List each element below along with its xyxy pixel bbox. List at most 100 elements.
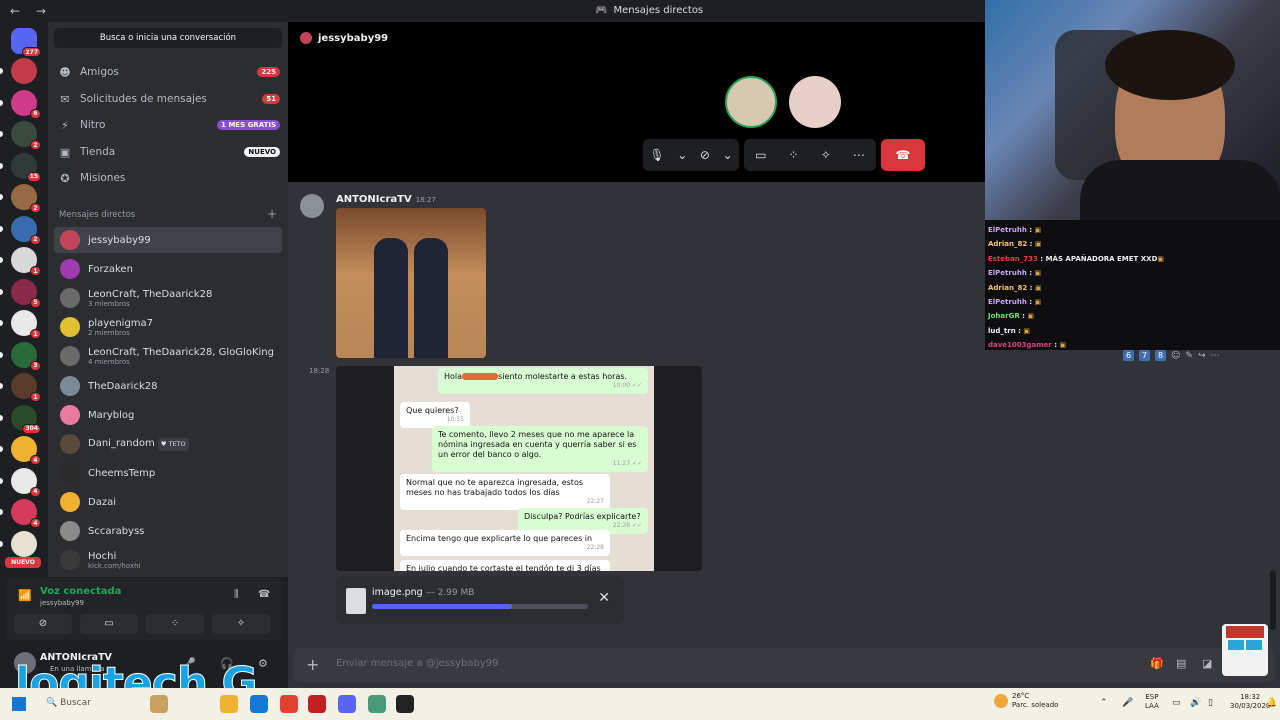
dm-item[interactable]: playenigma7 2 miembros <box>54 314 282 340</box>
server-icon[interactable]: 1 <box>11 247 41 276</box>
server-icon[interactable]: 1 <box>11 373 41 402</box>
voice-connected-panel: 📶 Voz conectada jessybaby99 ⫼ ☎ ⊘ ▭ ⁘ ✧ <box>6 578 282 640</box>
dm-item[interactable]: Dazai <box>54 489 282 515</box>
discord-home-icon[interactable]: 277 <box>11 28 41 57</box>
chevron-down-icon[interactable]: ⌄ <box>723 148 733 162</box>
mic-tray-icon[interactable]: 🎤 <box>1122 698 1133 708</box>
discord-icon[interactable] <box>338 695 356 713</box>
scrollbar[interactable] <box>1270 570 1276 630</box>
taskbar-app-icon[interactable] <box>308 695 326 713</box>
message-composer[interactable]: + Enviar mensaje a @jessybaby99 🎁 ▤ ◪ <box>294 648 1274 682</box>
message-input[interactable]: Enviar mensaje a @jessybaby99 <box>336 658 499 669</box>
gif-icon[interactable]: ▤ <box>1176 657 1186 670</box>
windows-start-icon[interactable] <box>12 697 26 711</box>
dm-item[interactable]: Maryblog <box>54 402 282 428</box>
attach-plus-icon[interactable]: + <box>306 655 319 674</box>
notification-icon[interactable]: 🔔 <box>1266 698 1277 708</box>
history-arrows[interactable]: ← → <box>10 4 52 18</box>
volume-icon[interactable]: 🔊 <box>1190 698 1201 708</box>
brave-icon[interactable] <box>280 695 298 713</box>
more-icon[interactable]: ⋯ <box>1210 351 1219 361</box>
taskbar-app-icon[interactable] <box>150 695 168 713</box>
reaction-key[interactable]: 8 <box>1155 350 1166 361</box>
message-author-avatar[interactable] <box>300 194 324 218</box>
taskbar-app-icon[interactable] <box>368 695 386 713</box>
dm-item[interactable]: Sccarabyss <box>54 518 282 544</box>
nav-nitro[interactable]: ⚡ Nitro 1 MES GRATIS <box>58 114 280 136</box>
server-icon[interactable]: 4 <box>11 467 41 497</box>
screen-share-button[interactable]: ▭ <box>80 614 138 634</box>
server-icon[interactable]: 2 <box>11 184 41 213</box>
tray-chevron-icon[interactable]: ⌃ <box>1100 698 1108 708</box>
server-icon[interactable]: 1 <box>11 310 41 339</box>
cancel-upload-icon[interactable]: ✕ <box>598 590 610 606</box>
create-dm-button[interactable]: + <box>267 208 277 220</box>
mic-icon[interactable]: 🎙 <box>649 148 664 162</box>
search-conversation-input[interactable]: Busca o inicia una conversación <box>54 28 282 48</box>
dm-item[interactable]: TheDaarick28 <box>54 373 282 399</box>
weather-widget[interactable]: 26°C Parc. soleado <box>994 692 1058 710</box>
server-unread-badge: 15 <box>26 171 41 182</box>
voice-channel[interactable]: jessybaby99 <box>40 599 84 607</box>
server-icon[interactable]: 4 <box>11 436 41 465</box>
dm-item[interactable]: Forzaken <box>54 256 282 282</box>
camera-off-icon[interactable]: ⊘ <box>700 148 710 162</box>
server-icon[interactable] <box>11 530 37 557</box>
edit-icon[interactable]: ✎ <box>1185 351 1193 361</box>
server-icon[interactable]: 4 <box>11 499 41 528</box>
dm-item[interactable]: Dani_random ♥ TETO <box>54 431 282 457</box>
dm-item[interactable]: LeonCraft, TheDaarick28 3 miembros <box>54 285 282 311</box>
screen-share-icon[interactable]: ▭ <box>755 148 766 162</box>
noise-icon[interactable]: ⫼ <box>234 589 239 600</box>
activities-button[interactable]: ⁘ <box>146 614 204 634</box>
dm-item[interactable]: jessybaby99 <box>54 227 282 253</box>
dm-item[interactable]: LeonCraft, TheDaarick28, GloGloKing 4 mie… <box>54 343 282 369</box>
server-icon[interactable] <box>11 58 37 84</box>
dm-item[interactable]: CheemsTemp <box>54 460 282 486</box>
server-icon[interactable]: 304 <box>11 404 41 434</box>
activities-icon[interactable]: ⁘ <box>789 148 799 162</box>
server-icon[interactable]: 15 <box>11 152 41 182</box>
participant-avatar[interactable] <box>789 76 841 128</box>
settings-gear-icon[interactable]: ⚙ <box>258 657 268 670</box>
camera-off-button[interactable]: ⊘ <box>14 614 72 634</box>
call-audio-controls: 🎙 ⌄ ⊘ ⌄ <box>643 139 739 171</box>
server-icon[interactable]: 3 <box>11 341 41 371</box>
clock[interactable]: 18:32 30/03/2026 <box>1230 693 1270 711</box>
dm-name: Dani_random <box>88 437 155 449</box>
soundboard-button[interactable]: ✧ <box>212 614 270 634</box>
dm-item[interactable]: Hochi kick.com/hoxhi <box>54 547 282 573</box>
more-icon[interactable]: ⋯ <box>853 148 865 162</box>
sticker-icon[interactable]: ◪ <box>1202 657 1212 670</box>
nav-tienda[interactable]: ▣ Tienda NUEVO <box>58 141 280 163</box>
author-name[interactable]: ANTONIcraTV <box>336 194 412 205</box>
participant-avatar[interactable] <box>725 76 777 128</box>
file-explorer-icon[interactable] <box>220 695 238 713</box>
chevron-down-icon[interactable]: ⌄ <box>677 148 687 162</box>
emoji-icon[interactable]: ☺ <box>1171 351 1180 361</box>
end-call-button[interactable]: ☎ <box>881 139 925 171</box>
server-icon[interactable]: 2 <box>11 121 41 150</box>
network-icon[interactable]: ▭ <box>1172 698 1181 708</box>
nav-solicitudes[interactable]: ✉ Solicitudes de mensajes 51 <box>58 88 280 110</box>
server-icon[interactable]: 2 <box>11 215 41 245</box>
disconnect-icon[interactable]: ☎ <box>258 589 270 600</box>
soundboard-icon[interactable]: ✧ <box>821 148 831 162</box>
nav-misiones[interactable]: ✪ Misiones <box>58 167 280 189</box>
language-indicator[interactable]: ESP LAA <box>1145 693 1159 711</box>
attached-chat-screenshot[interactable]: Hola siento molestarte a estas horas. 10:0… <box>336 366 702 571</box>
taskbar-app-icon[interactable] <box>250 695 268 713</box>
taskbar-search[interactable]: 🔍 Buscar <box>46 698 91 708</box>
obs-icon[interactable] <box>396 695 414 713</box>
reply-icon[interactable]: ↪ <box>1198 351 1206 361</box>
server-icon[interactable]: 6 <box>11 89 41 119</box>
gift-icon[interactable]: 🎁 <box>1150 657 1164 670</box>
reaction-key[interactable]: 7 <box>1139 350 1150 361</box>
dm-avatar <box>60 521 80 541</box>
server-icon[interactable]: 5 <box>11 278 41 308</box>
battery-icon[interactable]: ▯ <box>1208 698 1213 708</box>
dm-header-label: Mensajes directos <box>59 210 136 220</box>
attached-photo[interactable] <box>336 208 486 358</box>
nav-amigos[interactable]: ☻ Amigos 225 <box>58 61 280 83</box>
reaction-key[interactable]: 6 <box>1123 350 1134 361</box>
